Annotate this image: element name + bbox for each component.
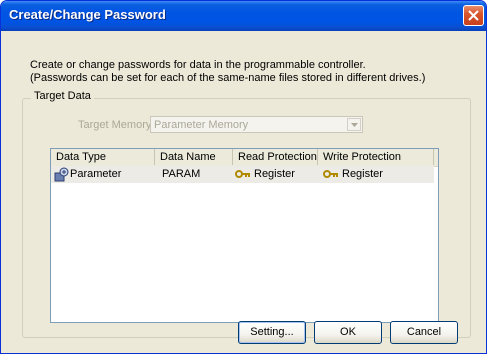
description-line-2: (Passwords can be set for each of the sa… — [30, 72, 426, 84]
row-data-name: PARAM — [162, 168, 201, 180]
window-title: Create/Change Password — [9, 7, 166, 22]
key-icon — [235, 166, 251, 183]
column-header-data-name[interactable]: Data Name — [155, 149, 233, 165]
target-data-label: Target Data — [31, 90, 94, 102]
target-memory-label: Target Memory — [78, 119, 152, 131]
create-change-password-dialog: Create/Change Password Create or change … — [0, 0, 487, 354]
ok-button[interactable]: OK — [314, 321, 382, 344]
close-button[interactable] — [463, 5, 484, 26]
parameter-icon — [54, 166, 70, 183]
column-header-data-type[interactable]: Data Type — [51, 149, 155, 165]
table-header: Data Type Data Name Read Protection Writ… — [51, 149, 438, 167]
chevron-down-icon — [351, 123, 358, 127]
description: Create or change passwords for data in t… — [30, 59, 425, 85]
target-memory-value: Parameter Memory — [154, 119, 249, 131]
setting-button[interactable]: Setting... — [238, 321, 306, 344]
row-data-type: Parameter — [70, 168, 122, 180]
title-bar[interactable]: Create/Change Password — [1, 1, 486, 31]
dialog-body: Create or change passwords for data in t… — [3, 31, 484, 351]
target-memory-select[interactable]: Parameter Memory — [150, 116, 363, 133]
data-table[interactable]: Data Type Data Name Read Protection Writ… — [50, 148, 439, 323]
close-icon — [468, 10, 479, 21]
description-line-1: Create or change passwords for data in t… — [30, 59, 366, 71]
row-read-protection: Register — [254, 168, 295, 180]
key-icon — [323, 166, 339, 183]
row-write-protection: Register — [342, 168, 383, 180]
target-memory-dropdown-button[interactable] — [347, 118, 361, 131]
column-header-read-protection[interactable]: Read Protection — [233, 149, 318, 165]
table-row[interactable]: Parameter PARAM Register Register — [51, 166, 434, 183]
cancel-button[interactable]: Cancel — [390, 321, 458, 344]
column-header-write-protection[interactable]: Write Protection — [318, 149, 434, 165]
